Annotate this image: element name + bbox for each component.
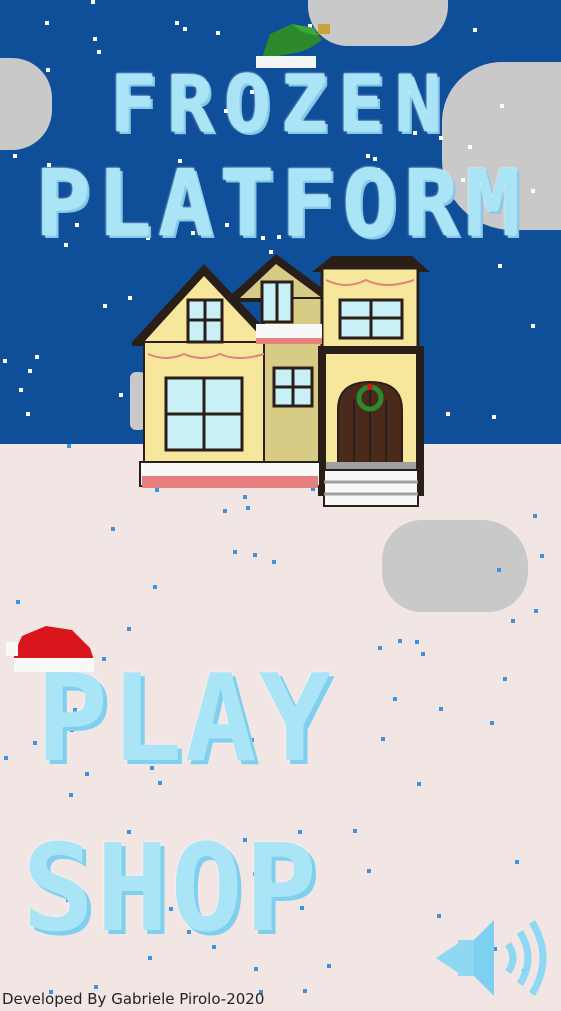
cloud-ground <box>382 520 528 612</box>
shop-button[interactable]: SHOP <box>22 820 319 959</box>
snowflake <box>35 355 39 359</box>
snowflake <box>16 600 20 604</box>
snowflake <box>393 697 397 701</box>
snowflake <box>498 264 502 268</box>
snowflake <box>91 0 95 4</box>
house-illustration <box>132 254 430 507</box>
snowflake <box>490 721 494 725</box>
game-title-line1: FROZEN <box>109 60 452 150</box>
snowflake <box>111 527 115 531</box>
snowflake <box>253 553 257 557</box>
snowflake <box>378 646 382 650</box>
snowflake <box>398 639 402 643</box>
snowflake <box>28 369 32 373</box>
snowflake <box>26 412 30 416</box>
snowflake <box>540 554 544 558</box>
game-scene: FROZEN PLATFORM PLAY SHOP Developed By G… <box>0 0 561 1011</box>
snowflake <box>417 782 421 786</box>
snowflake <box>93 37 97 41</box>
snowflake <box>381 737 385 741</box>
snowflake <box>119 393 123 397</box>
snowflake <box>3 359 7 363</box>
snowflake <box>153 585 157 589</box>
snowflake <box>303 989 307 993</box>
developer-credit: Developed By Gabriele Pirolo-2020 <box>2 990 265 1008</box>
snowflake <box>45 21 49 25</box>
snowflake <box>254 967 258 971</box>
snowflake <box>69 793 73 797</box>
snowflake <box>4 756 8 760</box>
snowflake <box>216 31 220 35</box>
snowflake <box>19 388 23 392</box>
snowflake <box>473 28 477 32</box>
snowflake <box>103 304 107 308</box>
snowflake <box>233 550 237 554</box>
snowflake <box>531 324 535 328</box>
speaker-icon[interactable] <box>432 916 556 1000</box>
snowflake <box>503 677 507 681</box>
snowflake <box>367 869 371 873</box>
snowflake <box>533 514 537 518</box>
snowflake <box>446 412 450 416</box>
snowflake <box>67 444 71 448</box>
snowflake <box>497 568 501 572</box>
snowflake <box>492 415 496 419</box>
snowflake <box>421 652 425 656</box>
snowflake <box>353 829 357 833</box>
snowflake <box>327 964 331 968</box>
snowflake <box>534 609 538 613</box>
snowflake <box>94 985 98 989</box>
snowflake <box>183 27 187 31</box>
snowflake <box>127 627 131 631</box>
snowflake <box>175 21 179 25</box>
snowflake <box>415 640 419 644</box>
snowflake <box>272 560 276 564</box>
snowflake <box>439 707 443 711</box>
game-title-line2: PLATFORM <box>34 150 527 257</box>
snowflake <box>97 50 101 54</box>
snowflake <box>511 619 515 623</box>
snowflake <box>515 860 519 864</box>
play-button[interactable]: PLAY <box>36 650 333 789</box>
